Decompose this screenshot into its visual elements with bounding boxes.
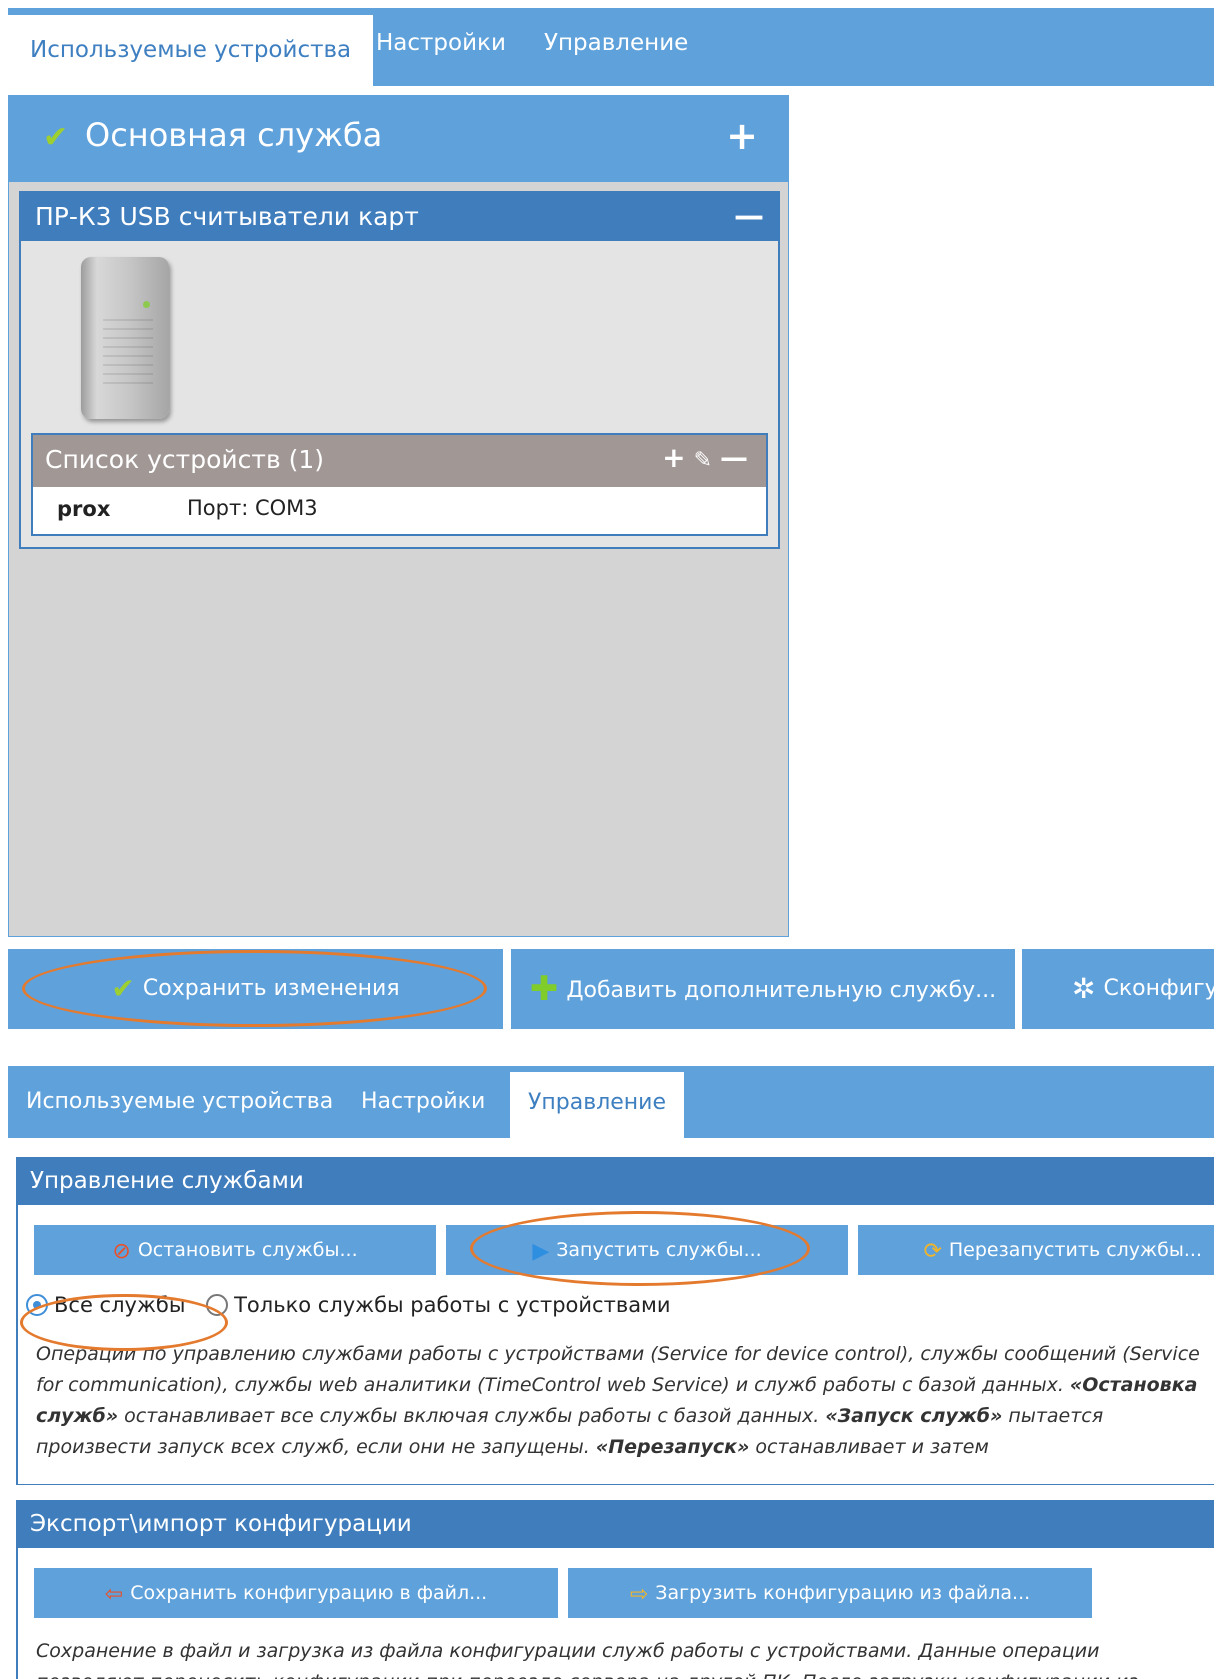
check-icon: ✔ — [43, 120, 69, 155]
device-group-title: ПР-К3 USB считыватели карт — [35, 202, 419, 231]
play-icon: ▶ — [532, 1239, 550, 1264]
radio-devices-label: Только службы работы с устройствами — [234, 1293, 671, 1317]
service-management-section: Управление службами ⊘ Остановить службы..… — [16, 1157, 1214, 1485]
check-icon: ✔ — [111, 972, 135, 1005]
service-management-description: Операции по управлению службами работы с… — [36, 1339, 1204, 1463]
radio-all-label: Все службы — [54, 1293, 186, 1317]
stop-icon: ⊘ — [112, 1239, 131, 1264]
device-group-usb-readers: ПР-К3 USB считыватели карт — Список устр… — [19, 191, 780, 549]
desc-text: останавливает все службы включая службы … — [118, 1405, 826, 1427]
stop-services-label: Остановить службы... — [137, 1239, 358, 1261]
card-reader-image — [81, 257, 169, 419]
top-tabbar: Используемые устройства Настройки Управл… — [8, 8, 1214, 87]
stop-services-button[interactable]: ⊘ Остановить службы... — [34, 1225, 436, 1275]
configure-button[interactable]: ✲ Сконфигу — [1022, 949, 1214, 1029]
collapse-icon[interactable]: — — [734, 199, 764, 234]
restart-services-label: Перезапустить службы... — [948, 1239, 1202, 1261]
section-title: Экспорт\импорт конфигурации — [18, 1500, 1214, 1548]
add-service-label: Добавить дополнительную службу... — [566, 978, 997, 1003]
save-config-button[interactable]: ⇦ Сохранить конфигурацию в файл... — [34, 1568, 558, 1618]
reader-grille — [103, 319, 153, 389]
device-list-actions: +✎— — [662, 441, 756, 474]
add-service-button[interactable]: ✚ Добавить дополнительную службу... — [511, 949, 1015, 1029]
tab-settings[interactable]: Настройки — [354, 8, 528, 78]
save-changes-label: Сохранить изменения — [142, 976, 400, 1001]
device-list: Список устройств (1) +✎— prox Порт: COM3 — [31, 433, 768, 536]
service-scope-radio-group: Все службы Только службы работы с устрой… — [26, 1293, 685, 1317]
plus-icon: ✚ — [529, 969, 559, 1009]
refresh-icon: ⟳ — [923, 1239, 942, 1264]
tab-management[interactable]: Управление — [510, 1072, 685, 1138]
load-config-button[interactable]: ⇨ Загрузить конфигурацию из файла... — [568, 1568, 1092, 1618]
tab-management[interactable]: Управление — [522, 8, 710, 78]
save-changes-button[interactable]: ✔ Сохранить изменения — [8, 949, 503, 1029]
start-services-button[interactable]: ▶ Запустить службы... — [446, 1225, 848, 1275]
add-device-icon[interactable]: + — [662, 441, 693, 474]
main-service-panel: ✔ Основная служба + ПР-К3 USB считывател… — [8, 95, 789, 937]
device-name: prox — [57, 497, 111, 521]
add-icon[interactable]: + — [726, 114, 758, 158]
desc-text: Операции по управлению службами работы с… — [36, 1343, 1200, 1396]
table-row[interactable]: prox Порт: COM3 — [33, 487, 766, 534]
tab-used-devices[interactable]: Используемые устройства — [8, 15, 374, 87]
desc-bold: «Запуск служб» — [825, 1405, 1003, 1427]
import-icon: ⇨ — [629, 1582, 649, 1607]
export-description: Сохранение в файл и загрузка из файла ко… — [36, 1640, 1138, 1679]
desc-text: останавливает и затем — [749, 1436, 989, 1458]
service-title: Основная служба — [85, 116, 383, 154]
desc-bold: «Перезапуск» — [595, 1436, 750, 1458]
bottom-tabbar: Используемые устройства Настройки Управл… — [8, 1066, 1214, 1138]
save-config-label: Сохранить конфигурацию в файл... — [130, 1582, 488, 1604]
remove-icon[interactable]: — — [720, 441, 756, 474]
start-services-label: Запустить службы... — [556, 1239, 762, 1261]
device-group-header: ПР-К3 USB считыватели карт — — [21, 193, 778, 241]
load-config-label: Загрузить конфигурацию из файла... — [655, 1582, 1031, 1604]
tab-settings[interactable]: Настройки — [343, 1066, 503, 1138]
reader-led — [143, 301, 150, 308]
export-icon: ⇦ — [104, 1582, 124, 1607]
tab-used-devices[interactable]: Используемые устройства — [8, 1066, 351, 1138]
restart-services-button[interactable]: ⟳ Перезапустить службы... — [858, 1225, 1214, 1275]
configure-label: Сконфигу — [1103, 976, 1214, 1001]
radio-all-services[interactable] — [26, 1294, 48, 1316]
service-header: ✔ Основная служба + — [9, 96, 788, 182]
device-list-title: Список устройств (1) — [45, 445, 325, 474]
section-title: Управление службами — [18, 1157, 1214, 1205]
radio-device-services[interactable] — [206, 1294, 229, 1316]
export-import-section: Экспорт\импорт конфигурации ⇦ Сохранить к… — [16, 1500, 1214, 1679]
device-port: Порт: COM3 — [187, 496, 318, 520]
device-list-header: Список устройств (1) +✎— — [33, 435, 766, 487]
edit-icon[interactable]: ✎ — [694, 448, 720, 473]
gear-icon: ✲ — [1072, 972, 1096, 1005]
